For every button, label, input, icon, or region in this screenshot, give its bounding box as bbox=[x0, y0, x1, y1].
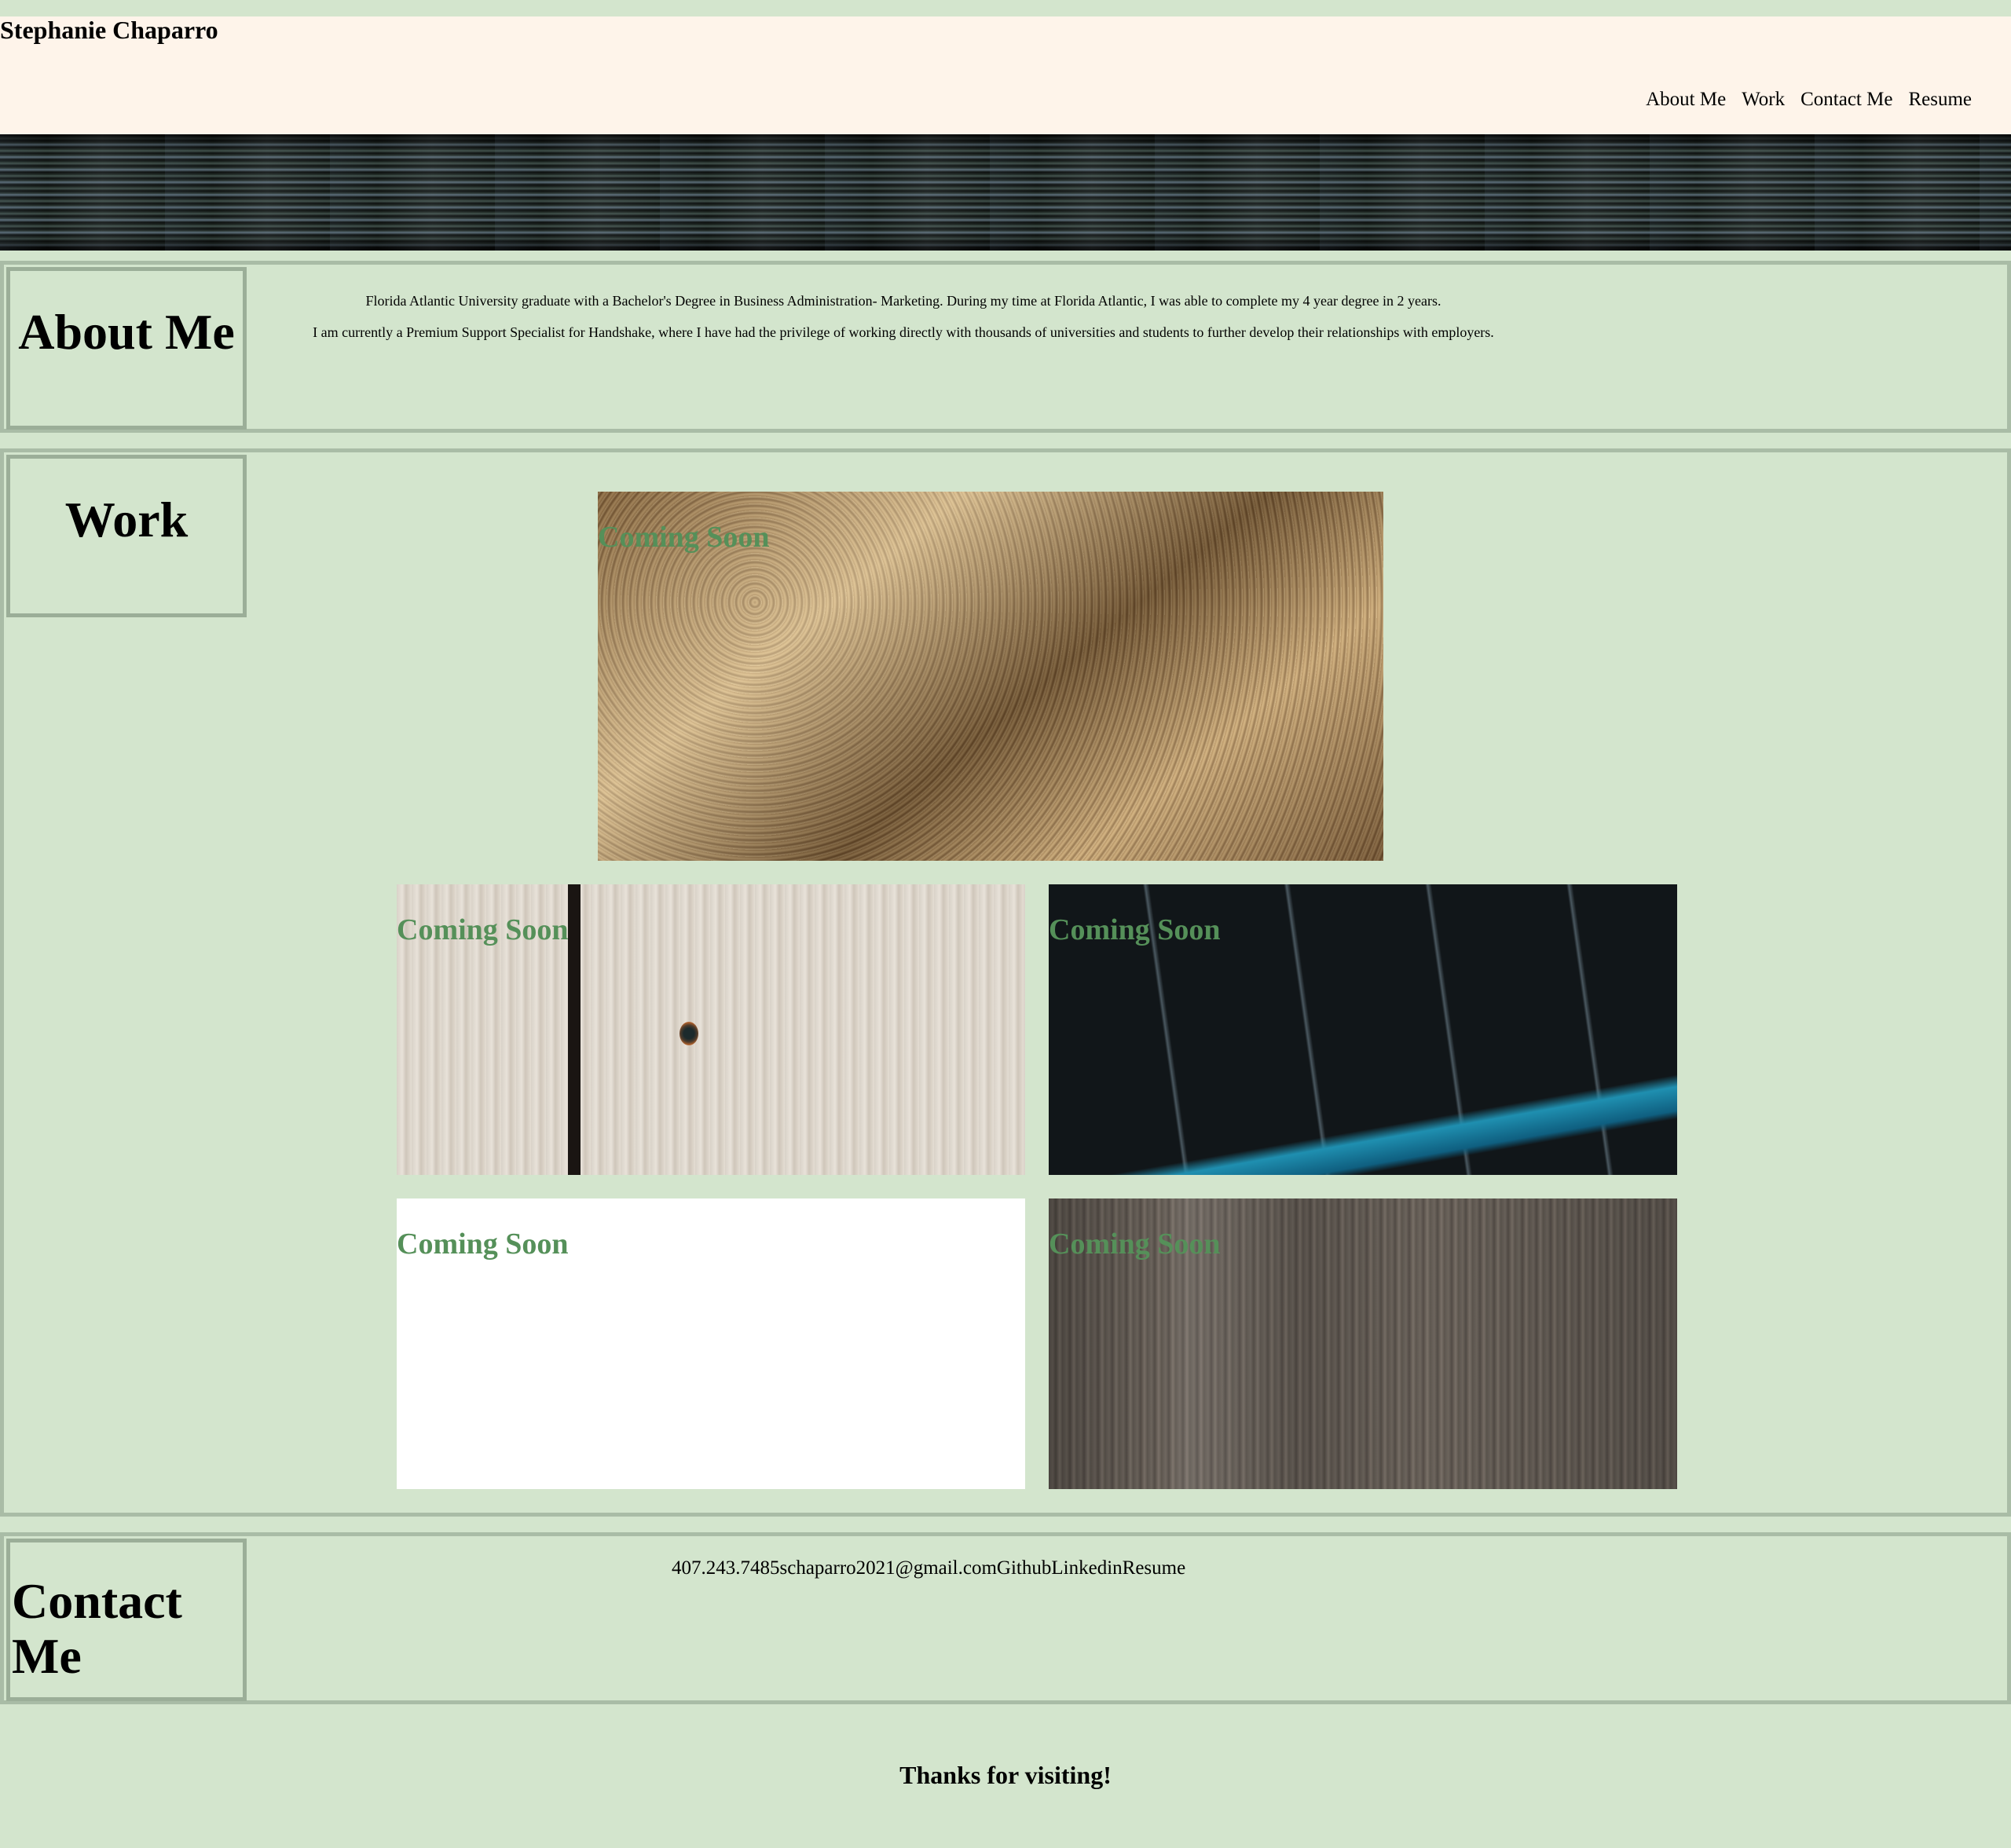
work-card[interactable]: Coming Soon bbox=[397, 884, 1025, 1175]
work-card-label: Coming Soon bbox=[397, 913, 569, 946]
hero-banner-image bbox=[0, 134, 2011, 251]
nav-work[interactable]: Work bbox=[1742, 87, 1785, 112]
contact-email-link[interactable]: schaparro2021@gmail.com bbox=[780, 1557, 997, 1579]
contact-phone: 407.243.7485 bbox=[672, 1557, 780, 1579]
contact-github-link[interactable]: Github bbox=[997, 1557, 1051, 1579]
footer-thanks-message: Thanks for visiting! bbox=[899, 1761, 1112, 1789]
work-section: Work Coming Soon Coming Soon Coming Soon… bbox=[0, 448, 2011, 1517]
contact-section: Contact Me 407.243.7485schaparro2021@gma… bbox=[0, 1532, 2011, 1704]
contact-details: 407.243.7485schaparro2021@gmail.comGithu… bbox=[672, 1556, 1185, 1581]
work-card[interactable]: Coming Soon bbox=[1049, 1198, 1677, 1489]
about-heading: About Me bbox=[18, 304, 235, 360]
site-name: Stephanie Chaparro bbox=[0, 16, 218, 44]
wood-knot-decoration bbox=[679, 1022, 698, 1045]
about-text: Florida Atlantic University graduate wit… bbox=[251, 285, 1555, 348]
nav-about-me[interactable]: About Me bbox=[1646, 87, 1726, 112]
about-paragraph-current-role: I am currently a Premium Support Special… bbox=[313, 324, 1494, 340]
work-card[interactable]: Coming Soon bbox=[397, 1198, 1025, 1489]
work-card-label: Coming Soon bbox=[397, 1228, 569, 1261]
about-section: About Me Florida Atlantic University gra… bbox=[0, 261, 2011, 433]
about-paragraph-education: Florida Atlantic University graduate wit… bbox=[365, 293, 1441, 309]
nav-resume[interactable]: Resume bbox=[1908, 87, 1972, 112]
site-header: Stephanie Chaparro About Me Work Contact… bbox=[0, 16, 2011, 134]
work-title-box: Work bbox=[6, 455, 247, 617]
work-card-label: Coming Soon bbox=[1049, 913, 1221, 946]
contact-resume-link[interactable]: Resume bbox=[1123, 1557, 1186, 1579]
work-card-featured[interactable]: Coming Soon bbox=[598, 492, 1383, 861]
contact-linkedin-link[interactable]: Linkedin bbox=[1051, 1557, 1122, 1579]
nav-contact-me[interactable]: Contact Me bbox=[1800, 87, 1892, 112]
contact-heading: Contact Me bbox=[12, 1573, 182, 1684]
contact-title-box: Contact Me bbox=[6, 1539, 247, 1701]
work-heading: Work bbox=[64, 492, 189, 547]
main-nav: About Me Work Contact Me Resume bbox=[1646, 87, 1972, 112]
work-card-label: Coming Soon bbox=[598, 521, 770, 554]
work-card[interactable]: Coming Soon bbox=[1049, 884, 1677, 1175]
work-card-label: Coming Soon bbox=[1049, 1228, 1221, 1261]
about-title-box: About Me bbox=[6, 267, 247, 430]
